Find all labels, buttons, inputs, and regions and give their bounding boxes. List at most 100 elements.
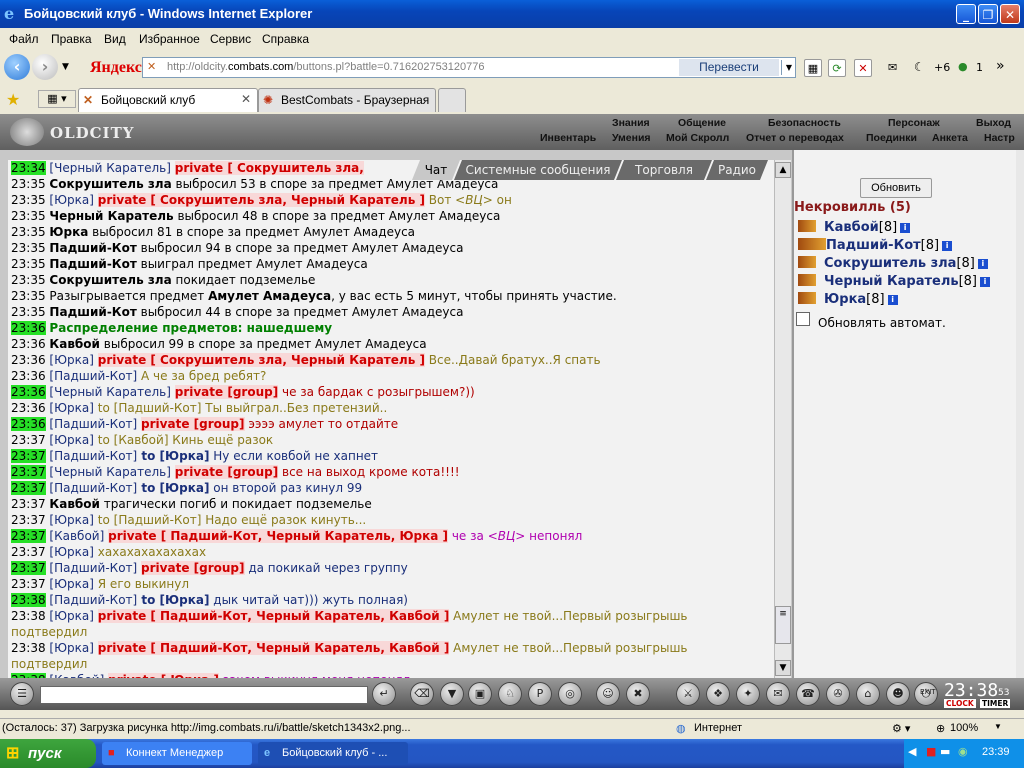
chat-tab-system[interactable]: Системные сообщения (454, 160, 622, 180)
message-time[interactable]: 23:36 (11, 337, 46, 351)
message-time[interactable]: 23:37 (11, 433, 46, 447)
forward-icon[interactable]: › (32, 54, 58, 80)
nav-fights[interactable]: Поединки (866, 132, 917, 144)
message-text[interactable]: Амулет Амадеуса (208, 289, 331, 303)
info-icon[interactable]: i (942, 241, 953, 251)
taskbar-connect-manager[interactable]: ■ Коннект Менеджер (102, 742, 252, 765)
member-name[interactable]: Кавбой (824, 220, 879, 235)
message-author[interactable]: [Черный Каратель] (49, 465, 170, 479)
timer-button[interactable]: TIMER (980, 699, 1011, 708)
scroll-up-icon[interactable]: ▲ (775, 162, 791, 178)
message-time[interactable]: 23:37 (11, 465, 46, 479)
message-author[interactable]: [Черный Каратель] (49, 385, 170, 399)
smiles-icon[interactable]: ☺ (596, 682, 620, 706)
message-time[interactable]: 23:34 (11, 161, 46, 175)
tray-network-icon[interactable]: ◉ (958, 745, 968, 758)
minimize-icon[interactable]: _ (956, 4, 976, 24)
start-button[interactable]: ⊞ пуск (0, 739, 96, 768)
tab-combats[interactable]: ✕ Бойцовский клуб ✕ (78, 88, 258, 112)
message-author[interactable]: [Юрка] (49, 401, 94, 415)
private-recipients[interactable]: private [ Падший-Кот, Черный Каратель, К… (97, 641, 450, 655)
close-icon[interactable]: ✕ (1000, 4, 1020, 24)
message-time[interactable]: 23:38 (11, 593, 46, 607)
message-text[interactable]: Падший-Кот (49, 305, 136, 319)
mail-icon[interactable]: ✉ (888, 61, 897, 74)
zoom-dropdown-icon[interactable]: ▼ (994, 722, 1002, 731)
menu-tools[interactable]: Сервис (210, 32, 251, 46)
sit-icon[interactable]: ♘ (498, 682, 522, 706)
message-text[interactable]: to [Юрка] (137, 481, 209, 495)
member-name[interactable]: Падший-Кот (826, 238, 921, 253)
message-author[interactable]: [Юрка] (49, 641, 94, 655)
message-author[interactable]: [Юрка] (49, 609, 94, 623)
message-author[interactable]: [Черный Каратель] (49, 161, 170, 175)
chat-tab-chat[interactable]: Чат (412, 160, 460, 180)
message-time[interactable]: 23:35 (11, 193, 46, 207)
member-name[interactable]: Черный Каратель (824, 274, 959, 289)
message-author[interactable]: [Юрка] (49, 577, 94, 591)
message-time[interactable]: 23:35 (11, 209, 46, 223)
message-author[interactable]: [Падший-Кот] (49, 481, 137, 495)
menu-view[interactable]: Вид (104, 32, 126, 46)
clock-button[interactable]: CLOCK (944, 699, 976, 708)
exit-icon[interactable]: EXIT ⏻ (914, 682, 938, 706)
chat-tab-radio[interactable]: Радио (706, 160, 768, 180)
member-name[interactable]: Сокрушитель зла (824, 256, 956, 271)
house-icon[interactable]: ⌂ (856, 682, 880, 706)
chat-scrollbar[interactable]: ▲ ≡ ▼ (774, 160, 791, 678)
message-time[interactable]: 23:35 (11, 305, 46, 319)
forum-icon[interactable]: ✇ (826, 682, 850, 706)
message-time[interactable]: 23:37 (11, 513, 46, 527)
message-time[interactable]: 23:36 (11, 321, 46, 335)
private-recipients[interactable]: private [ Падший-Кот, Черный Каратель, Ю… (108, 529, 449, 543)
info-icon[interactable]: i (900, 223, 911, 233)
zoom-level[interactable]: 100% (950, 722, 978, 734)
menu-favorites[interactable]: Избранное (139, 32, 200, 46)
message-author[interactable]: [Падший-Кот] (49, 561, 137, 575)
message-time[interactable]: 23:38 (11, 641, 46, 655)
chat-input[interactable] (40, 686, 368, 704)
message-author[interactable]: [Падший-Кот] (49, 417, 137, 431)
menu-help[interactable]: Справка (262, 32, 309, 46)
scroll-down-icon[interactable]: ▼ (775, 660, 791, 676)
quick-tabs-icon[interactable]: ▦ ▾ (38, 90, 76, 108)
message-text[interactable]: Сокрушитель зла (49, 177, 171, 191)
message-time[interactable]: 23:36 (11, 417, 46, 431)
message-time[interactable]: 23:37 (11, 561, 46, 575)
nav-knowledge[interactable]: Знания (612, 117, 650, 129)
nav-communication[interactable]: Общение (678, 117, 726, 129)
fight-icon[interactable]: ⚔ (676, 682, 700, 706)
tab-bestcombats[interactable]: ✺ BestCombats - Браузерная ... (258, 88, 436, 121)
refresh-icon[interactable]: ⟳ (828, 59, 846, 77)
stop-icon[interactable]: ✕ (854, 59, 872, 77)
message-text[interactable]: Сокрушитель зла (49, 273, 171, 287)
tray-connect-icon[interactable]: ■ (926, 745, 936, 758)
message-text[interactable]: to [Юрка] (137, 593, 209, 607)
member-row[interactable]: Сокрушитель зла[8] i (798, 256, 988, 272)
private-recipients[interactable]: private [group] (174, 385, 279, 399)
message-author[interactable]: [Юрка] (49, 433, 94, 447)
filter-icon[interactable]: ▼ (440, 682, 464, 706)
message-author[interactable]: [Юрка] (49, 353, 94, 367)
translit-icon[interactable]: Р (528, 682, 552, 706)
message-time[interactable]: 23:35 (11, 225, 46, 239)
bag-icon[interactable]: ❖ (706, 682, 730, 706)
private-recipients[interactable]: private [group] (141, 417, 245, 431)
message-time[interactable]: 23:37 (11, 545, 46, 559)
message-time[interactable]: 23:35 (11, 241, 46, 255)
translate-button[interactable]: Перевести (679, 59, 779, 76)
nav-character[interactable]: Персонаж (888, 117, 940, 129)
gold-icon[interactable]: ✦ (736, 682, 760, 706)
message-text[interactable]: Падший-Кот (49, 257, 136, 271)
message-time[interactable]: 23:37 (11, 497, 46, 511)
private-recipients[interactable]: private [ Сокрушитель зла, Черный Карате… (97, 193, 425, 207)
message-time[interactable]: 23:36 (11, 385, 46, 399)
save-icon[interactable]: ▣ (468, 682, 492, 706)
info-icon[interactable]: i (887, 295, 898, 305)
member-row[interactable]: Падший-Кот[8] i (798, 238, 953, 254)
nav-security[interactable]: Безопасность (768, 117, 841, 129)
speed-icon[interactable]: ◎ (558, 682, 582, 706)
radio-icon[interactable]: ☎ (796, 682, 820, 706)
message-text[interactable]: Кавбой (49, 497, 100, 511)
message-author[interactable]: [Падший-Кот] (49, 369, 137, 383)
